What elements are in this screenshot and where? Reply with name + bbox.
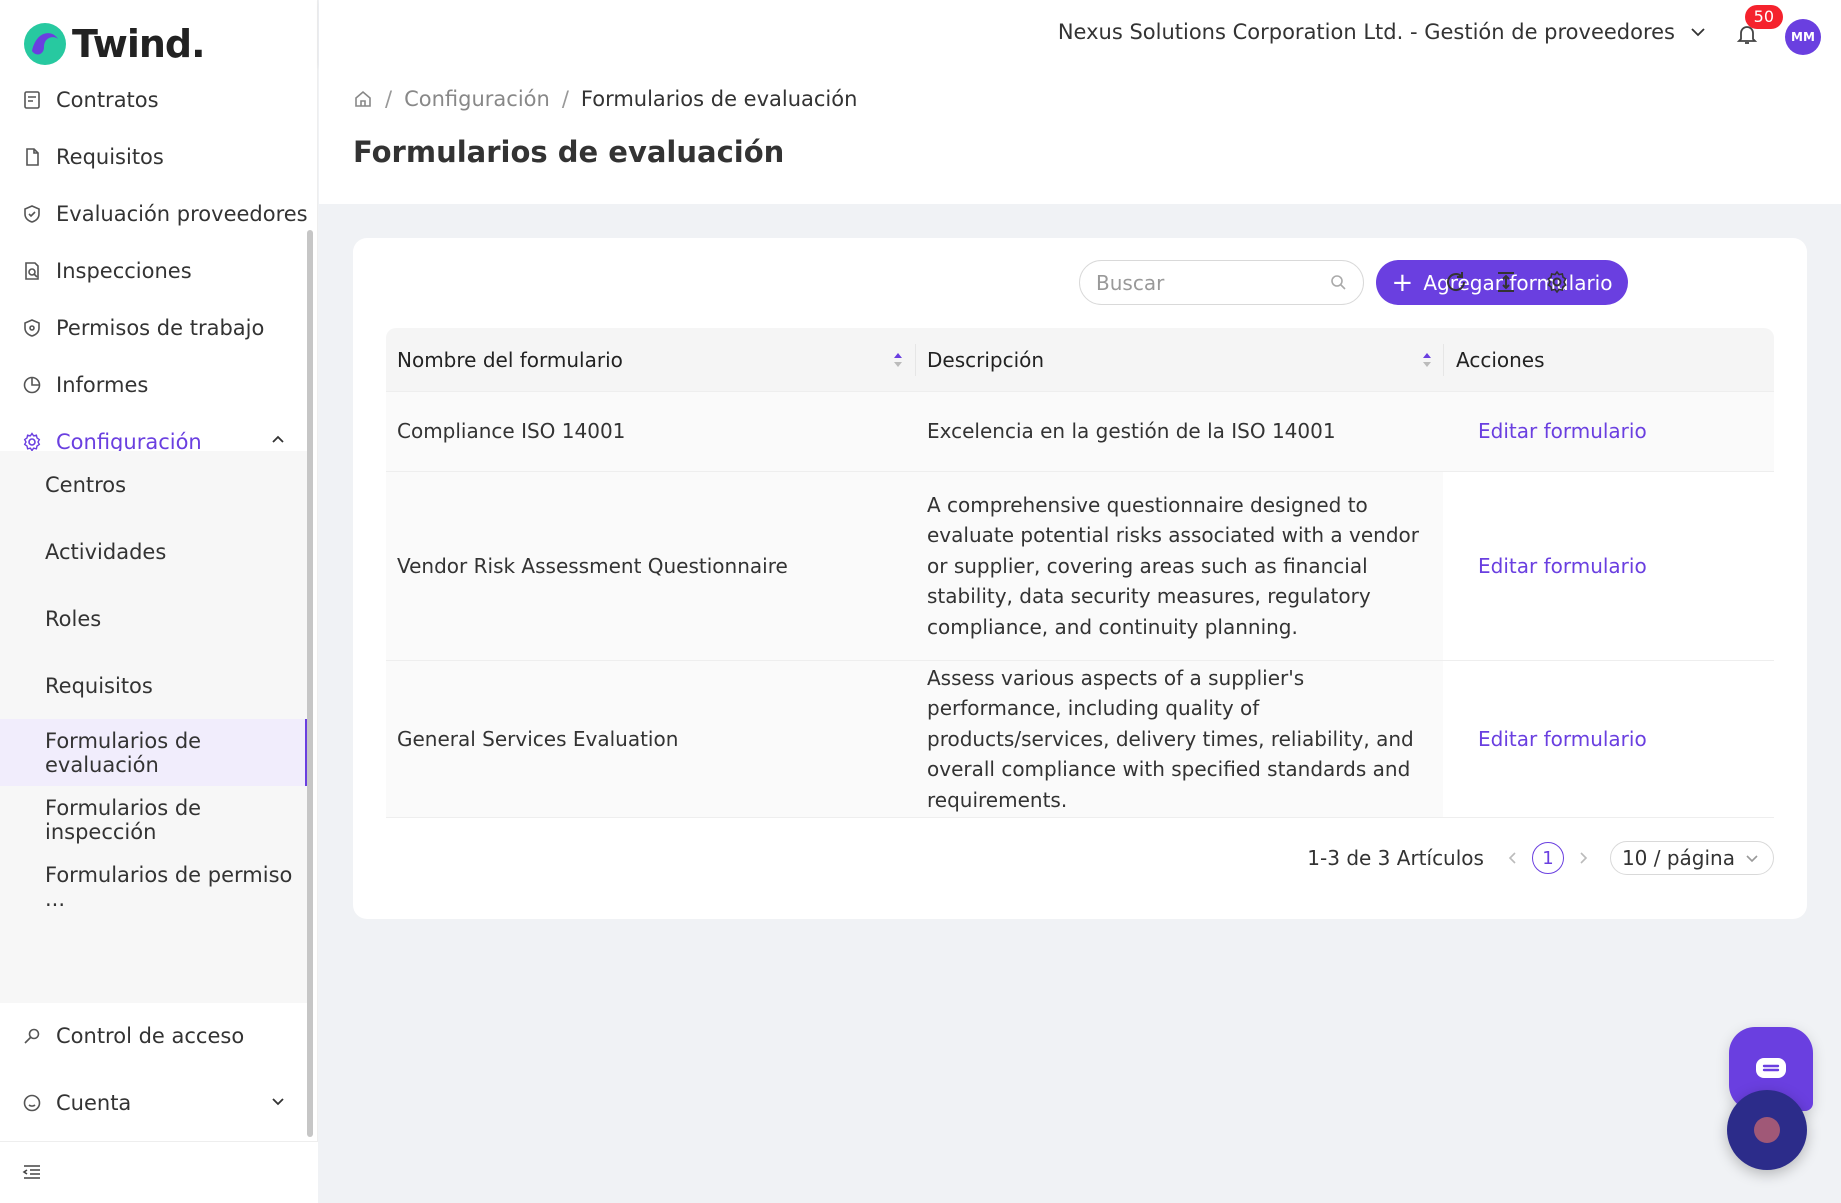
record-dot-icon (1754, 1117, 1780, 1143)
breadcrumb-separator: / (385, 87, 393, 111)
column-header-name[interactable]: Nombre del formulario (397, 328, 623, 392)
menu-fold-icon (22, 1165, 40, 1179)
notification-badge: 50 (1744, 5, 1783, 29)
settings-icon[interactable] (1545, 270, 1569, 294)
breadcrumb: / Configuración / Formularios de evaluac… (353, 87, 857, 111)
edit-form-link[interactable]: Editar formulario (1478, 416, 1647, 447)
record-button[interactable] (1727, 1090, 1807, 1170)
file-icon (22, 147, 42, 167)
avatar[interactable]: MM (1785, 19, 1821, 55)
key-icon (22, 1026, 42, 1046)
gear-icon (22, 431, 42, 452)
table-row: Compliance ISO 14001 Excelencia en la ge… (386, 392, 1774, 472)
sidebar-item-control-de-acceso[interactable]: Control de acceso (0, 1002, 308, 1069)
home-icon[interactable] (353, 89, 373, 109)
column-divider (915, 344, 916, 376)
column-height-icon[interactable] (1494, 270, 1518, 294)
breadcrumb-link[interactable]: Configuración (404, 87, 550, 111)
submenu-item-formularios-permiso[interactable]: Formularios de permiso ... (0, 853, 308, 920)
submenu-item-centros[interactable]: Centros (0, 451, 308, 518)
contract-icon (22, 90, 42, 110)
page-header: / Configuración / Formularios de evaluac… (319, 67, 1841, 204)
page-size-select[interactable]: 10 / página (1609, 841, 1774, 875)
sidebar-scrollbar[interactable] (307, 230, 313, 1137)
chevron-up-icon (272, 435, 284, 443)
pie-chart-icon (22, 375, 42, 395)
column-header-description[interactable]: Descripción (927, 328, 1044, 392)
smile-icon (22, 1093, 42, 1113)
file-search-icon (22, 261, 42, 281)
submenu-item-formularios-evaluacion[interactable]: Formularios de evaluación (0, 719, 308, 786)
edit-form-link[interactable]: Editar formulario (1478, 551, 1647, 582)
submenu-item-actividades[interactable]: Actividades (0, 518, 308, 585)
form-name: General Services Evaluation (386, 661, 915, 817)
submenu-item-roles[interactable]: Roles (0, 585, 308, 652)
table-row: Vendor Risk Assessment Questionnaire A c… (386, 472, 1774, 661)
shield-check-icon (22, 204, 42, 224)
sidebar-item-cuenta[interactable]: Cuenta (0, 1069, 308, 1136)
sidebar: Twind. Contratos Requisitos Evaluación p… (0, 0, 318, 1203)
chevron-down-icon (1691, 28, 1705, 37)
page-title: Formularios de evaluación (353, 135, 785, 169)
form-name: Compliance ISO 14001 (386, 392, 915, 471)
search-icon (1331, 275, 1346, 290)
chevron-down-icon (1746, 855, 1758, 863)
column-divider (1443, 344, 1444, 376)
top-header: Nexus Solutions Corporation Ltd. - Gesti… (319, 0, 1841, 67)
sort-icon[interactable] (1421, 351, 1433, 369)
sort-icon[interactable] (892, 351, 904, 369)
column-header-actions: Acciones (1456, 348, 1545, 372)
app-logo[interactable]: Twind. (22, 20, 206, 68)
form-description: Assess various aspects of a supplier's p… (915, 661, 1443, 817)
table-row: General Services Evaluation Assess vario… (386, 661, 1774, 818)
form-name: Vendor Risk Assessment Questionnaire (386, 472, 915, 660)
pagination: 1-3 de 3 Artículos 1 10 / página (1307, 840, 1774, 876)
breadcrumb-current: Formularios de evaluación (580, 87, 858, 111)
twind-logo-icon (22, 21, 68, 67)
edit-form-link[interactable]: Editar formulario (1478, 724, 1647, 755)
pagination-summary: 1-3 de 3 Artículos (1307, 846, 1484, 870)
brand-name: Twind. (72, 22, 206, 66)
breadcrumb-separator: / (561, 87, 569, 111)
submenu-item-formularios-inspeccion[interactable]: Formularios de inspección (0, 786, 308, 853)
plus-icon: + (1391, 267, 1414, 298)
sidebar-collapse[interactable] (0, 1141, 318, 1203)
chevron-right-icon[interactable] (1576, 851, 1590, 865)
config-submenu: Centros Actividades Roles Requisitos For… (0, 451, 308, 1003)
chevron-down-icon (272, 1098, 284, 1106)
forms-card: Buscar + Agregar formulario Nombre del f… (353, 238, 1807, 919)
form-description: Excelencia en la gestión de la ISO 14001 (915, 392, 1443, 471)
submenu-item-requisitos[interactable]: Requisitos (0, 652, 308, 719)
organization-selector[interactable]: Nexus Solutions Corporation Ltd. - Gesti… (1058, 20, 1707, 44)
reload-icon[interactable] (1444, 270, 1468, 294)
shield-icon (22, 318, 42, 338)
table-header: Nombre del formulario Descripción Accion… (386, 328, 1774, 392)
chevron-left-icon[interactable] (1506, 851, 1520, 865)
form-description: A comprehensive questionnaire designed t… (915, 472, 1443, 660)
page-number[interactable]: 1 (1531, 842, 1564, 874)
chat-icon (1756, 1058, 1786, 1078)
search-input[interactable]: Buscar (1079, 260, 1364, 305)
